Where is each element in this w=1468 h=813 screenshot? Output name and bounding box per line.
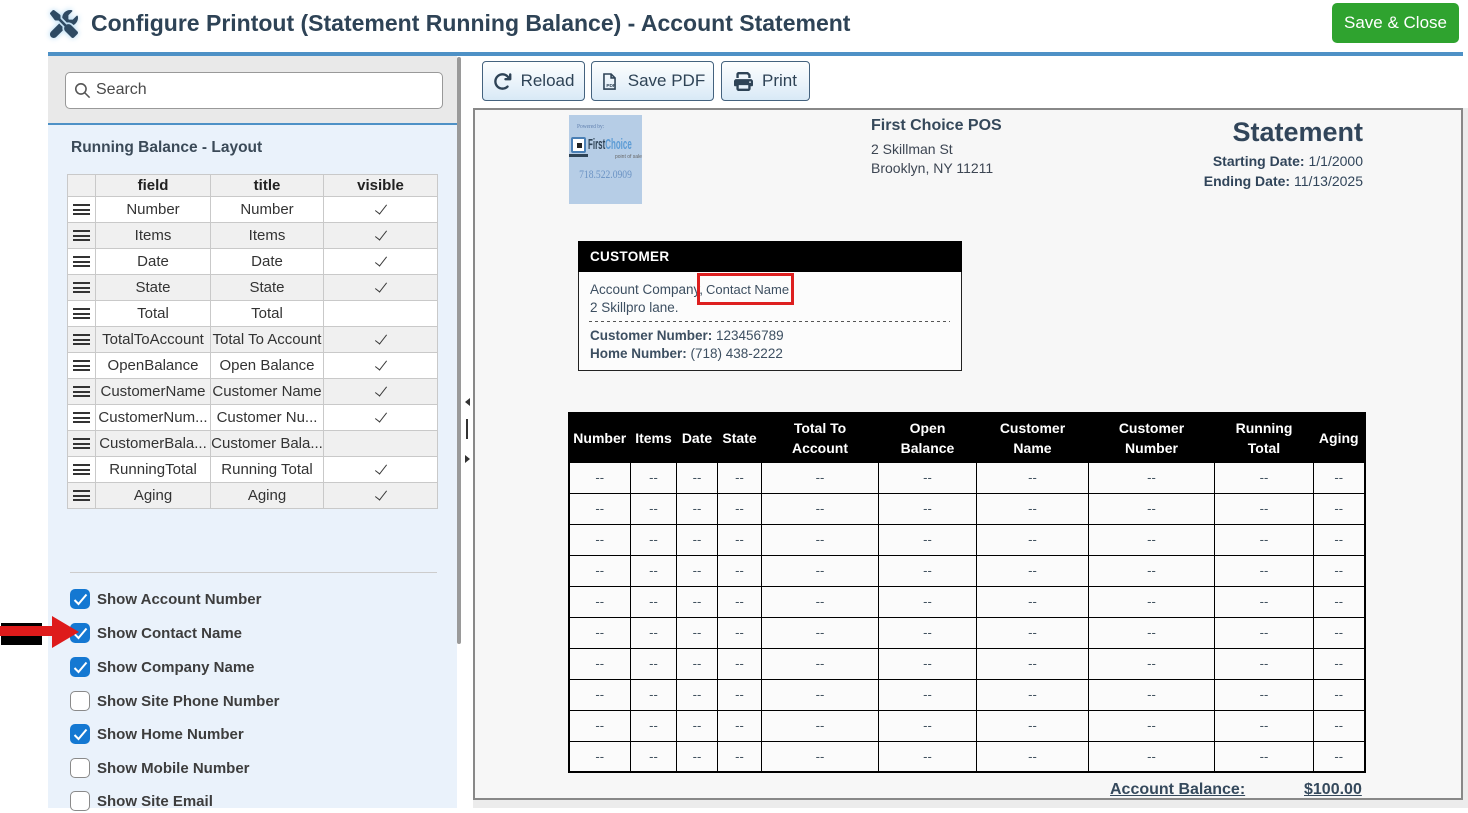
svg-text:PDF: PDF (606, 83, 616, 89)
